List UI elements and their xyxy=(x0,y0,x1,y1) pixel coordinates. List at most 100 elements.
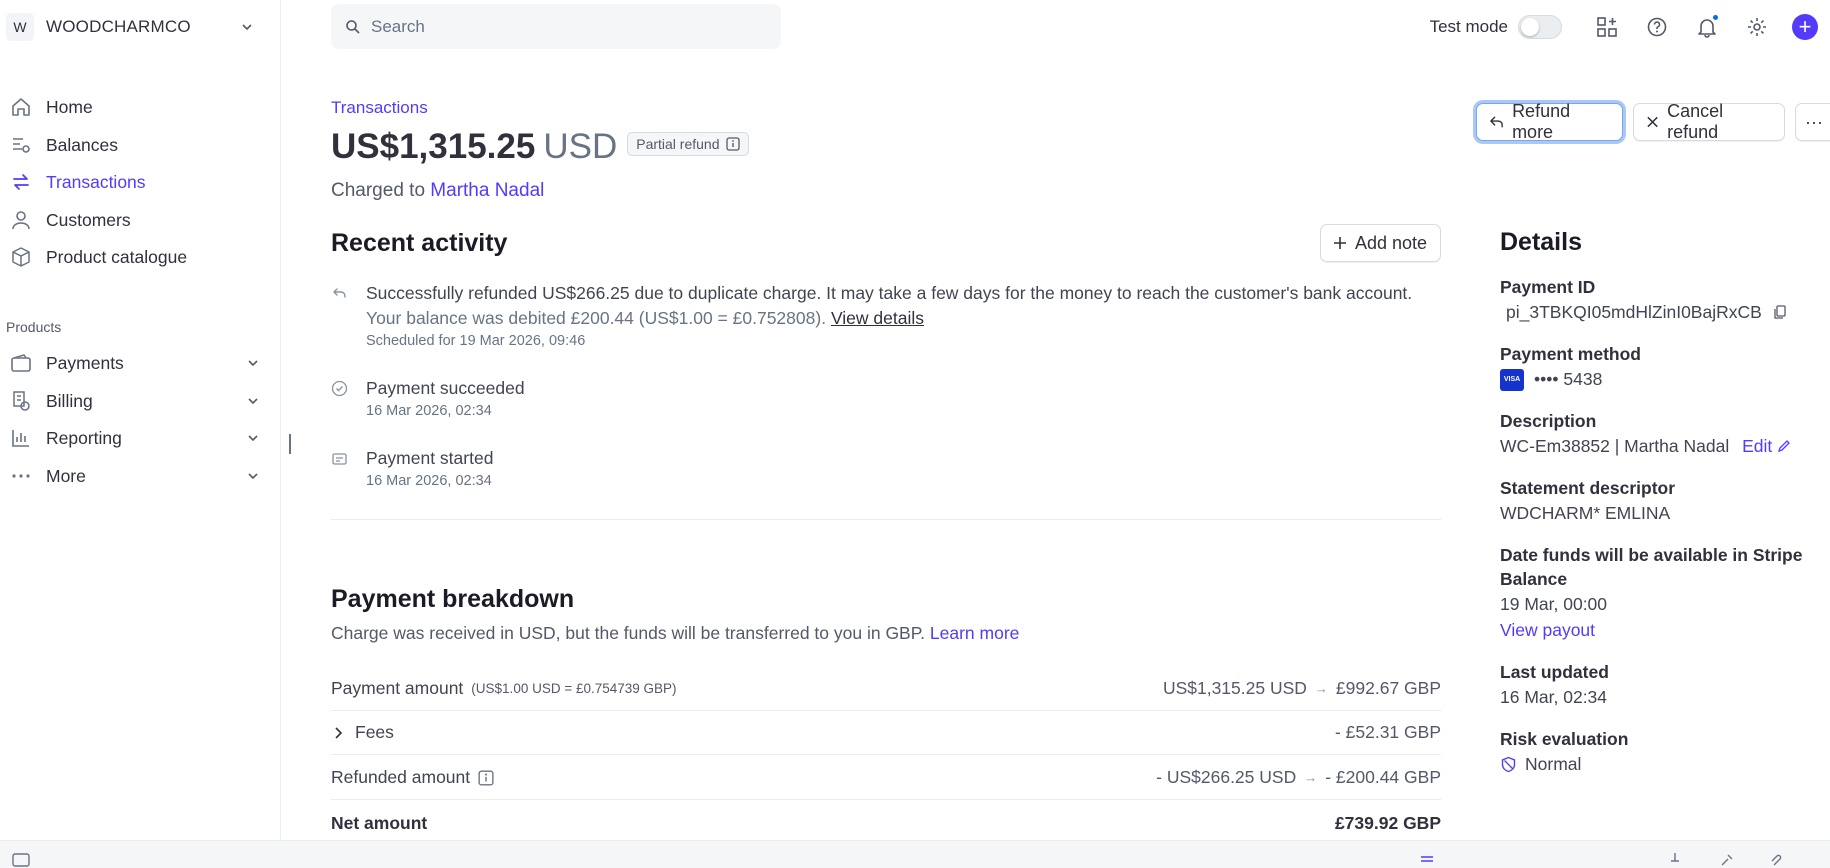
cancel-refund-button[interactable]: Cancel refund xyxy=(1633,101,1785,142)
description-value: WC-Em38852 | Martha Nadal xyxy=(1500,436,1730,456)
info-icon[interactable] xyxy=(478,769,494,786)
breadcrumb-transactions[interactable]: Transactions xyxy=(331,98,428,118)
activity-item-refund: Successfully refunded US$266.25 due to d… xyxy=(331,281,1441,349)
refunded-label: Refunded amount xyxy=(331,767,471,787)
sidebar-item-billing[interactable]: Billing xyxy=(10,388,260,414)
help-icon[interactable] xyxy=(1644,14,1670,40)
shield-icon xyxy=(1501,756,1516,773)
chevron-down-icon xyxy=(248,398,258,405)
refund-more-button[interactable]: Refund more xyxy=(1476,101,1623,142)
activity-time: 16 Mar 2026, 02:34 xyxy=(366,403,492,419)
more-actions-button[interactable]: ··· xyxy=(1795,103,1830,141)
billing-icon xyxy=(13,391,30,411)
sidebar-item-label: Home xyxy=(46,96,93,117)
test-mode-toggle[interactable] xyxy=(1518,15,1562,39)
box-icon xyxy=(12,247,30,267)
plus-icon xyxy=(1334,237,1346,249)
payment-usd-value: US$1,315.25 USD xyxy=(1162,678,1307,698)
visa-card-icon: VISA xyxy=(1500,369,1524,392)
account-avatar: W xyxy=(6,13,34,41)
info-icon[interactable] xyxy=(725,137,740,151)
sidebar-item-label: More xyxy=(46,465,86,486)
sidebar-item-more[interactable]: More xyxy=(10,463,260,489)
pin-icon[interactable] xyxy=(1666,851,1684,868)
sidebar-item-payments[interactable]: Payments xyxy=(10,350,260,376)
edit-label: Edit xyxy=(1742,436,1773,456)
tools-icon[interactable] xyxy=(1718,851,1736,868)
search-placeholder: Search xyxy=(371,16,425,36)
chevron-down-icon xyxy=(242,24,252,31)
chevron-right-icon xyxy=(335,726,343,739)
detail-payment-method: Payment method VISA •••• 5438 xyxy=(1500,342,1820,392)
breakdown-row-fees[interactable]: Fees - £52.31 GBP xyxy=(331,711,1441,755)
notifications-bell-icon[interactable] xyxy=(1694,14,1720,40)
more-actions-label: ··· xyxy=(1805,111,1823,132)
transactions-icon xyxy=(13,174,29,190)
view-payout-link[interactable]: View payout xyxy=(1500,617,1820,643)
search-input[interactable]: Search xyxy=(331,4,781,49)
customers-icon xyxy=(12,211,30,230)
sidebar-item-balances[interactable]: Balances xyxy=(10,132,260,158)
detail-value: VISA •••• 5438 xyxy=(1500,366,1820,392)
sidebar-resize-handle[interactable] xyxy=(289,434,291,454)
bottom-bar xyxy=(0,840,1830,868)
wallet-icon xyxy=(11,354,31,372)
refunded-usd-value: - US$266.25 USD xyxy=(1156,767,1297,787)
create-plus-button[interactable]: + xyxy=(1792,14,1818,40)
learn-more-link[interactable]: Learn more xyxy=(930,623,1020,643)
breakdown-subtitle-text: Charge was received in USD, but the fund… xyxy=(331,623,926,643)
more-dots-icon xyxy=(12,474,30,478)
test-mode-label: Test mode xyxy=(1429,17,1508,36)
account-switcher[interactable]: W WOODCHARMCO xyxy=(6,13,254,41)
funds-date-value: 19 Mar, 00:00 xyxy=(1500,594,1608,614)
refund-icon xyxy=(333,288,346,298)
add-note-button[interactable]: Add note xyxy=(1320,224,1441,262)
detail-last-updated: Last updated 16 Mar, 02:34 xyxy=(1500,660,1820,710)
developer-panel-icon[interactable] xyxy=(12,851,30,868)
detail-label: Payment method xyxy=(1500,344,1641,364)
detail-value: pi_3TBKQI05mdHlZinI0BajRxCB xyxy=(1500,299,1820,325)
refunded-gbp-value: - £200.44 GBP xyxy=(1325,767,1441,787)
attach-icon[interactable] xyxy=(1766,851,1784,868)
view-details-link[interactable]: View details xyxy=(831,308,924,328)
payment-amount-label: Payment amount xyxy=(331,678,464,698)
fees-value: - £52.31 GBP xyxy=(1334,722,1441,742)
payment-id-value: pi_3TBKQI05mdHlZinI0BajRxCB xyxy=(1506,302,1762,322)
close-icon xyxy=(1647,116,1658,128)
detail-risk-evaluation: Risk evaluation Normal xyxy=(1500,727,1820,777)
sidebar-item-reporting[interactable]: Reporting xyxy=(10,425,260,451)
sidebar-item-home[interactable]: Home xyxy=(10,94,260,120)
sidebar-item-product-catalogue[interactable]: Product catalogue xyxy=(10,244,260,270)
payment-currency: USD xyxy=(543,127,618,166)
payment-gbp-value: £992.67 GBP xyxy=(1335,678,1441,698)
products-section-title: Products xyxy=(6,319,62,335)
recent-activity-title: Recent activity xyxy=(331,229,508,257)
workbench-icon[interactable] xyxy=(1418,851,1436,868)
detail-label: Date funds will be available in Stripe B… xyxy=(1500,545,1803,589)
sidebar-item-label: Transactions xyxy=(46,171,146,192)
detail-description: Description WC-Em38852 | Martha Nadal Ed… xyxy=(1500,409,1820,459)
net-amount-value: £739.92 GBP xyxy=(1334,812,1441,833)
edit-description-link[interactable]: Edit xyxy=(1742,436,1791,456)
sidebar-item-transactions[interactable]: Transactions xyxy=(10,169,260,195)
detail-label: Statement descriptor xyxy=(1500,478,1676,498)
chevron-down-icon xyxy=(248,435,258,442)
sidebar: W WOODCHARMCO Home Balances Transactions… xyxy=(0,0,281,840)
sidebar-item-label: Customers xyxy=(46,209,131,230)
activity-time: Scheduled for 19 Mar 2026, 09:46 xyxy=(366,333,586,349)
risk-value: Normal xyxy=(1525,754,1582,774)
copy-icon[interactable] xyxy=(1773,305,1787,319)
payment-amount: US$1,315.25 xyxy=(331,127,536,166)
exchange-rate: (US$1.00 USD = £0.754739 GBP) xyxy=(471,681,677,696)
apps-icon[interactable] xyxy=(1594,14,1620,40)
fees-label: Fees xyxy=(355,722,394,742)
pencil-icon xyxy=(1778,440,1791,453)
status-badge-label: Partial refund xyxy=(636,136,720,152)
refund-more-label: Refund more xyxy=(1512,101,1571,142)
chevron-down-icon xyxy=(248,360,258,367)
payment-started-icon xyxy=(332,453,347,465)
sidebar-item-customers[interactable]: Customers xyxy=(10,207,260,233)
customer-link[interactable]: Martha Nadal xyxy=(430,180,544,201)
gear-icon[interactable] xyxy=(1744,14,1770,40)
detail-label: Last updated xyxy=(1500,662,1609,682)
